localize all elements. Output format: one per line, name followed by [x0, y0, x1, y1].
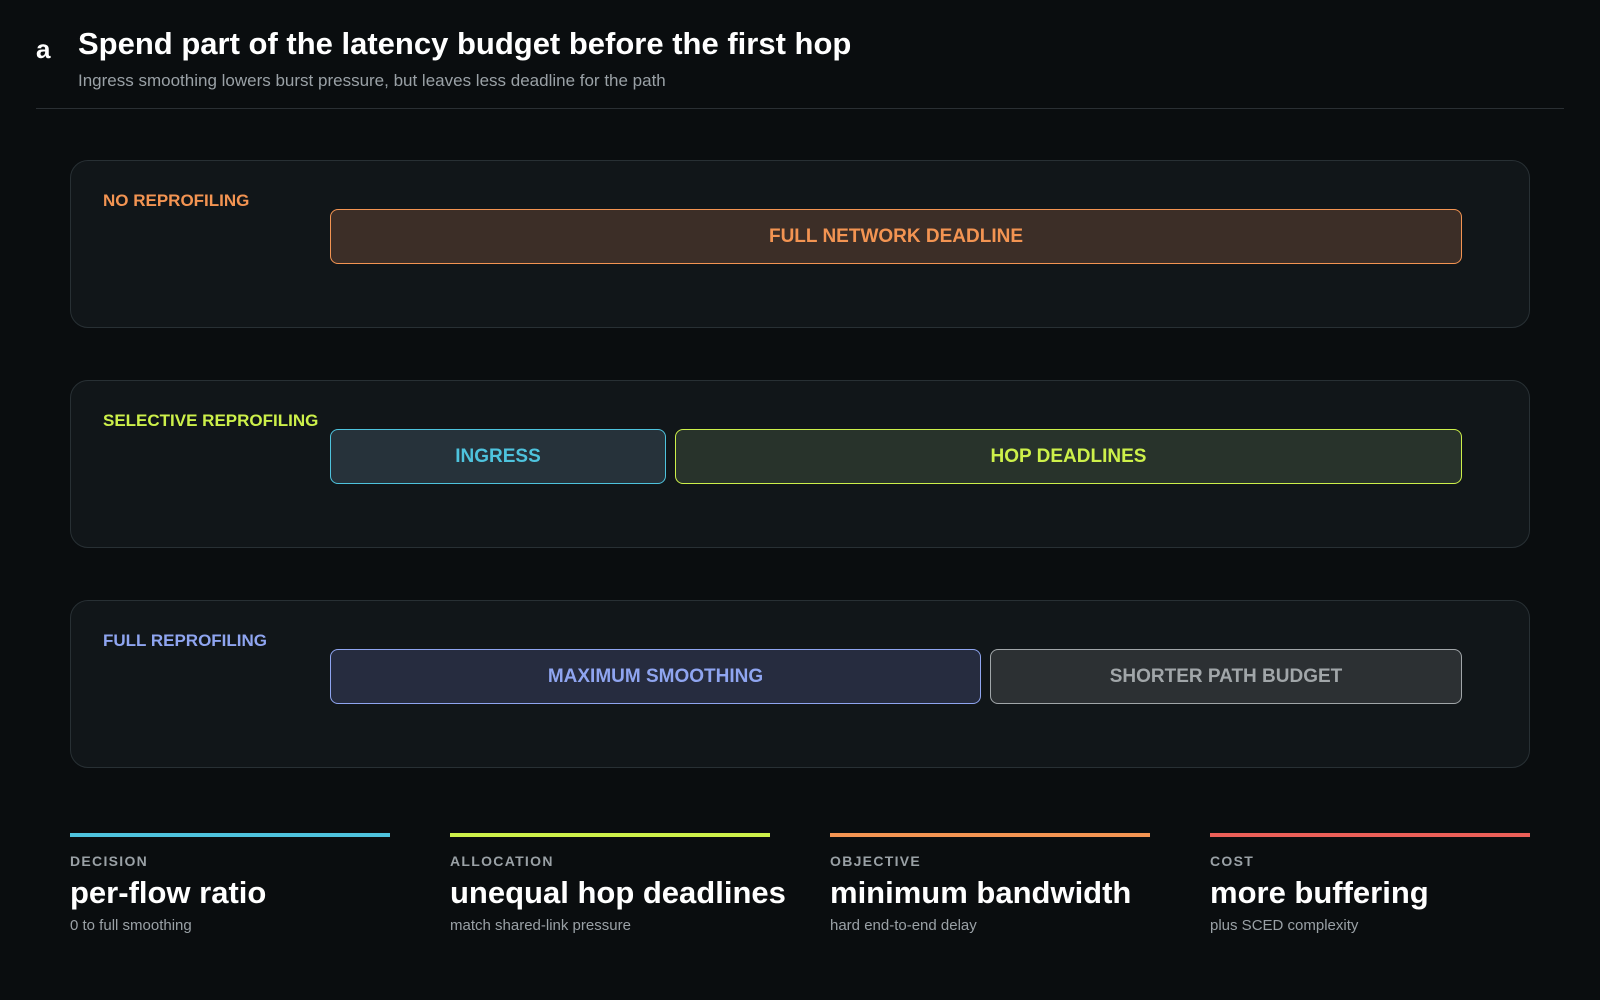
- metric-category: OBJECTIVE: [830, 853, 922, 869]
- metric-value: unequal hop deadlines: [450, 875, 786, 910]
- metric-accent-bar: [1210, 833, 1530, 837]
- metric-accent-bar: [450, 833, 770, 837]
- metric-value: per-flow ratio: [70, 875, 267, 910]
- segment-full-network-deadline: FULL NETWORK DEADLINE: [330, 209, 1462, 264]
- metric-objective: OBJECTIVE minimum bandwidth hard end-to-…: [830, 833, 1150, 934]
- figure-title: Spend part of the latency budget before …: [78, 26, 852, 61]
- metric-subtext: hard end-to-end delay: [830, 917, 977, 934]
- row-full-reprofiling: FULL REPROFILING MAXIMUM SMOOTHING SHORT…: [70, 600, 1530, 768]
- row-no-reprofiling: NO REPROFILING FULL NETWORK DEADLINE: [70, 160, 1530, 328]
- row-selective-reprofiling: SELECTIVE REPROFILING INGRESS HOP DEADLI…: [70, 380, 1530, 548]
- metric-category: ALLOCATION: [450, 853, 554, 869]
- figure-header: a Spend part of the latency budget befor…: [36, 26, 1564, 109]
- metric-subtext: plus SCED complexity: [1210, 917, 1359, 934]
- metric-value: minimum bandwidth: [830, 875, 1132, 910]
- segment-hop-deadlines: HOP DEADLINES: [675, 429, 1462, 484]
- metric-category: COST: [1210, 853, 1255, 869]
- row-label: FULL REPROFILING: [103, 631, 268, 650]
- figure-page: a Spend part of the latency budget befor…: [0, 0, 1600, 1000]
- metric-accent-bar: [70, 833, 390, 837]
- segment-shorter-path-budget: SHORTER PATH BUDGET: [990, 649, 1462, 704]
- metric-decision: DECISION per-flow ratio 0 to full smooth…: [70, 833, 390, 934]
- metric-accent-bar: [830, 833, 1150, 837]
- metric-category: DECISION: [70, 853, 149, 869]
- figure-subtitle: Ingress smoothing lowers burst pressure,…: [78, 71, 666, 90]
- row-label: SELECTIVE REPROFILING: [103, 411, 319, 430]
- metric-cost: COST more buffering plus SCED complexity: [1210, 833, 1530, 934]
- metric-subtext: 0 to full smoothing: [70, 917, 192, 934]
- row-label: NO REPROFILING: [103, 191, 250, 210]
- panel-letter: a: [36, 34, 51, 64]
- metric-value: more buffering: [1210, 875, 1429, 910]
- metric-allocation: ALLOCATION unequal hop deadlines match s…: [450, 833, 786, 934]
- segment-ingress: INGRESS: [330, 429, 666, 484]
- segment-maximum-smoothing: MAXIMUM SMOOTHING: [330, 649, 981, 704]
- metric-subtext: match shared-link pressure: [450, 917, 631, 934]
